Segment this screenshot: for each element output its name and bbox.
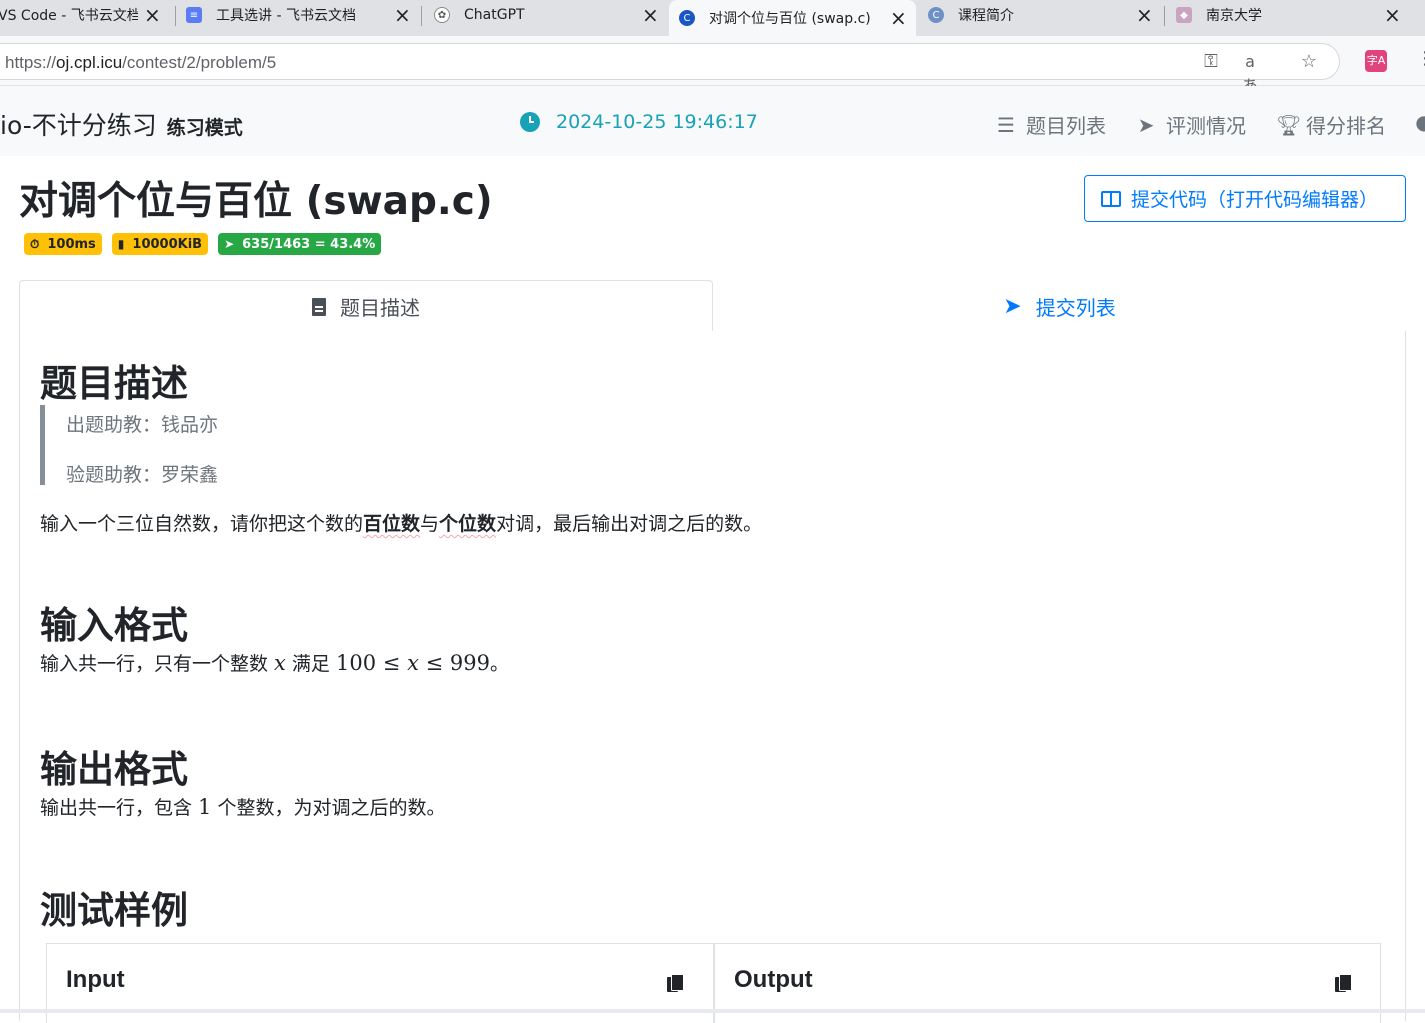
site-navbar: io-不计分练习 练习模式 2024-10-25 19:46:17 ☰ 题目列表 …	[0, 86, 1425, 156]
close-icon[interactable]: ×	[144, 5, 161, 25]
stopwatch-icon: ⏱	[30, 236, 40, 251]
staff-blockquote: 出题助教：钱品亦 验题助教：罗荣鑫	[40, 405, 340, 486]
nav-label: 得分排名	[1306, 114, 1386, 138]
translate-extension-icon[interactable]: 字A	[1365, 50, 1387, 72]
sd-card-icon: ▮	[117, 237, 125, 251]
more-icon[interactable]: ⋮	[1416, 48, 1425, 69]
problem-content: 题目描述 出题助教：钱品亦 验题助教：罗荣鑫 输入一个三位自然数，请你把这个数的…	[19, 331, 1406, 1023]
translate-icon[interactable]: aあ	[1238, 50, 1262, 95]
url-text: https://oj.cpl.icu/contest/2/problem/5	[5, 53, 277, 72]
nav-label: 评测情况	[1166, 114, 1246, 138]
browser-tab-title: 对调个位与百位 (swap.c)	[709, 11, 871, 27]
clock-icon	[520, 112, 540, 132]
problem-tabs: 题目描述 ➤ 提交列表	[19, 280, 1406, 333]
clock-time: 2024-10-25 19:46:17	[556, 111, 758, 133]
description-heading: 题目描述	[40, 362, 188, 405]
copy-icon[interactable]	[1335, 974, 1352, 992]
browser-tab-tools[interactable]: ≡ 工具选讲 - 飞书云文档 ×	[176, 0, 420, 30]
browser-tab-course[interactable]: C 课程简介 ×	[918, 0, 1162, 30]
nav-label: 题目列表	[1026, 114, 1106, 138]
browser-tab-title: 课程简介	[958, 8, 1014, 24]
nav-judge-status[interactable]: ➤ 评测情况	[1136, 110, 1246, 139]
tab-label: 提交列表	[1035, 295, 1116, 320]
memory-limit-badge: ▮ 10000KiB	[111, 233, 209, 255]
close-icon[interactable]: ×	[1384, 5, 1401, 25]
file-icon	[312, 297, 326, 316]
acceptance-value: 635/1463 = 43.4%	[242, 236, 376, 252]
address-bar[interactable]: https://oj.cpl.icu/contest/2/problem/5 ⚿…	[0, 43, 1340, 95]
browser-tab-vscode[interactable]: VS Code - 飞书云文档 ×	[0, 0, 170, 30]
key-icon[interactable]: ⚿	[1199, 50, 1223, 74]
close-icon[interactable]: ×	[890, 8, 907, 28]
tab-description[interactable]: 题目描述	[19, 280, 713, 333]
setter-line: 出题助教：钱品亦	[66, 414, 219, 436]
time-limit-badge: ⏱ 100ms	[24, 233, 102, 255]
browser-tab-title: VS Code - 飞书云文档	[0, 8, 138, 24]
samples-heading: 测试样例	[40, 889, 188, 932]
sample-output-label: Output	[734, 966, 813, 993]
problem-badges: ⏱ 100ms ▮ 10000KiB ➤ 635/1463 = 43.4%	[24, 233, 382, 255]
server-clock: 2024-10-25 19:46:17	[520, 111, 758, 133]
copy-icon[interactable]	[667, 974, 684, 992]
paper-plane-icon: ➤	[224, 237, 235, 251]
course-icon: C	[928, 7, 944, 23]
tab-label: 题目描述	[340, 296, 420, 320]
browser-tab-title: 工具选讲 - 飞书云文档	[216, 8, 356, 24]
star-icon[interactable]: ☆	[1297, 50, 1321, 74]
mode-label: 练习模式	[166, 117, 243, 139]
input-format-text: 输入共一行，只有一个整数 x 满足 100 ≤ x ≤ 999。	[40, 651, 509, 675]
contest-brand[interactable]: io-不计分练习 练习模式	[0, 106, 243, 142]
acceptance-badge: ➤ 635/1463 = 43.4%	[218, 233, 382, 255]
feishu-doc-icon: ≡	[186, 7, 202, 23]
sample-input-label: Input	[66, 966, 125, 993]
description-text: 输入一个三位自然数，请你把这个数的百位数与个位数对调，最后输出对调之后的数。	[40, 513, 763, 535]
oj-icon: C	[679, 10, 695, 26]
browser-tab-title: 南京大学	[1206, 8, 1262, 24]
browser-tab-nju[interactable]: ◆ 南京大学 ×	[1166, 0, 1410, 30]
tab-submissions[interactable]: ➤ 提交列表	[713, 280, 1406, 332]
browser-tab-strip: VS Code - 飞书云文档 × ≡ 工具选讲 - 飞书云文档 × ✿ Cha…	[0, 0, 1425, 36]
tester-line: 验题助教：罗荣鑫	[66, 464, 219, 486]
trophy-icon: 🏆︎	[1276, 112, 1302, 137]
nav-ranking[interactable]: 🏆︎ 得分排名	[1276, 110, 1386, 139]
bottom-edge	[0, 1009, 1425, 1013]
paper-plane-icon: ➤	[1137, 112, 1155, 137]
close-icon[interactable]: ×	[1136, 5, 1153, 25]
list-icon: ☰	[997, 112, 1015, 137]
open-editor-label: 提交代码（打开代码编辑器）	[1131, 189, 1379, 211]
input-format-heading: 输入格式	[40, 604, 188, 647]
output-format-text: 输出共一行，包含 1 个整数，为对调之后的数。	[40, 795, 446, 819]
browser-tab-chatgpt[interactable]: ✿ ChatGPT ×	[424, 0, 668, 30]
contest-name: io-不计分练习	[0, 111, 157, 140]
user-icon: ●	[1415, 110, 1425, 134]
close-icon[interactable]: ×	[394, 5, 411, 25]
chatgpt-icon: ✿	[434, 7, 450, 23]
browser-tab-problem[interactable]: C 对调个位与百位 (swap.c) ×	[669, 0, 916, 36]
open-editor-button[interactable]: 提交代码（打开代码编辑器）	[1084, 175, 1406, 222]
memory-limit-value: 10000KiB	[132, 236, 203, 252]
browser-tab-title: ChatGPT	[464, 7, 525, 23]
page-title: 对调个位与百位 (swap.c)	[19, 179, 493, 224]
nav-user[interactable]: ●	[1414, 110, 1425, 134]
paper-plane-icon: ➤	[1003, 293, 1022, 319]
nju-icon: ◆	[1176, 7, 1192, 23]
output-format-heading: 输出格式	[40, 748, 188, 791]
close-icon[interactable]: ×	[642, 5, 659, 25]
nav-problem-list[interactable]: ☰ 题目列表	[996, 110, 1106, 139]
browser-toolbar: https://oj.cpl.icu/contest/2/problem/5 ⚿…	[0, 36, 1425, 95]
time-limit-value: 100ms	[47, 236, 96, 252]
columns-icon	[1101, 190, 1121, 207]
